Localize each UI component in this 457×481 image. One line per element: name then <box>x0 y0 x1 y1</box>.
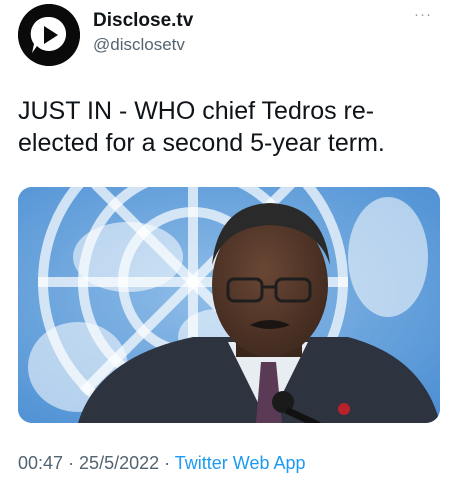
tweet-date[interactable]: 25/5/2022 <box>79 453 159 473</box>
tweet-text: JUST IN - WHO chief Tedros re- elected f… <box>18 95 438 159</box>
photo-image <box>18 187 440 423</box>
account-handle[interactable]: @disclosetv <box>93 35 185 55</box>
tweet-photo[interactable] <box>18 187 440 423</box>
tweet-meta: 00:47 · 25/5/2022 · Twitter Web App <box>18 453 306 474</box>
play-speech-bubble-icon <box>18 4 80 66</box>
tweet-source-link[interactable]: Twitter Web App <box>175 453 306 473</box>
tweet: Disclose.tv @disclosetv ··· JUST IN - WH… <box>0 0 457 481</box>
meta-separator: · <box>159 453 175 473</box>
avatar[interactable] <box>18 4 80 66</box>
meta-separator: · <box>63 453 80 473</box>
account-name[interactable]: Disclose.tv <box>93 10 193 32</box>
more-dots-icon[interactable]: ··· <box>411 7 435 26</box>
tweet-text-line: elected for a second 5-year term. <box>18 129 385 157</box>
tweet-time[interactable]: 00:47 <box>18 453 63 473</box>
tweet-text-line: JUST IN - WHO chief Tedros re- <box>18 97 375 125</box>
